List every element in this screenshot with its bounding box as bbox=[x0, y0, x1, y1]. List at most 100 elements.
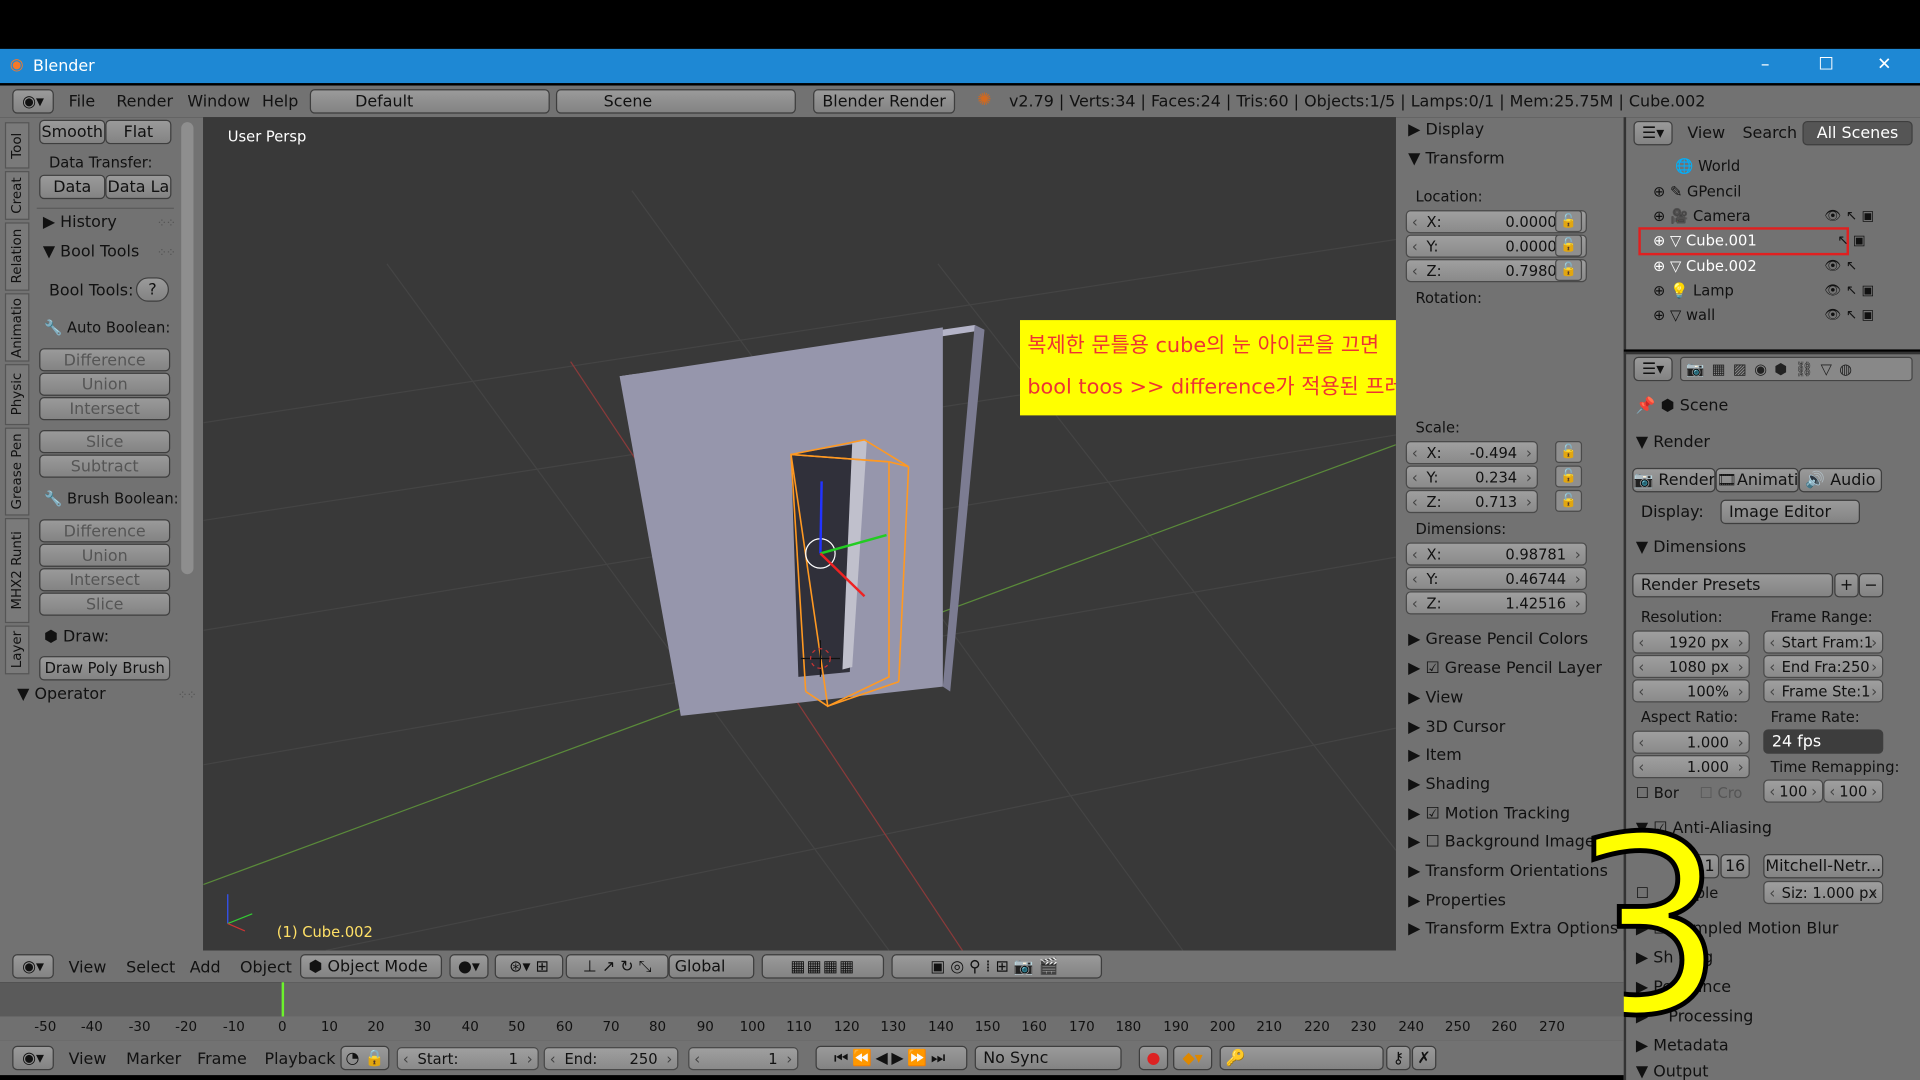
bool-tools-panel-header[interactable]: ▼ Bool Tools bbox=[43, 243, 139, 261]
menu-file[interactable]: File bbox=[69, 93, 96, 111]
outliner-item-world[interactable]: 🌐 World bbox=[1675, 158, 1740, 175]
3d-viewport[interactable]: User Persp (1) Cube.002 bbox=[203, 117, 1396, 951]
data-layers-button[interactable]: Data La bbox=[105, 174, 172, 200]
current-frame-field[interactable]: 1 bbox=[688, 1047, 799, 1071]
orientation-select[interactable]: Global bbox=[668, 954, 755, 979]
frame-end-field[interactable]: End Fra:250 bbox=[1763, 654, 1884, 679]
eye-icon[interactable]: 👁 ↖ ▣ bbox=[1824, 307, 1874, 323]
lock-icon[interactable]: 🔓 bbox=[1555, 234, 1583, 257]
panel-view[interactable]: ▶ View bbox=[1408, 689, 1463, 707]
outliner-editor-type[interactable]: ☰▾ bbox=[1633, 120, 1673, 146]
dimension-x-field[interactable]: X: 0.98781 bbox=[1405, 542, 1587, 566]
add-preset-button[interactable]: + bbox=[1834, 572, 1859, 598]
remove-preset-button[interactable]: − bbox=[1858, 572, 1884, 598]
frame-start-field[interactable]: Start Fram:1 bbox=[1763, 630, 1884, 654]
tab-grease-pencil[interactable]: Grease Pen bbox=[4, 427, 30, 516]
filter-size-field[interactable]: Siz: 1.000 px bbox=[1763, 880, 1884, 905]
outliner-item-camera[interactable]: ⊕ 🎥 Camera bbox=[1653, 208, 1751, 225]
eye-off-icon[interactable]: ↖ ▣ bbox=[1824, 232, 1865, 248]
brush-intersect-button[interactable]: Intersect bbox=[39, 568, 171, 592]
outliner-search-menu[interactable]: Search bbox=[1742, 125, 1797, 143]
audio-button[interactable]: 🔊 Audio bbox=[1798, 467, 1883, 493]
scale-x-field[interactable]: X: -0.494 bbox=[1405, 441, 1538, 465]
auto-union-button[interactable]: Union bbox=[39, 372, 171, 396]
eye-icon[interactable]: 👁 ↖ bbox=[1824, 258, 1857, 274]
menu-window[interactable]: Window bbox=[187, 93, 250, 111]
outliner-item-lamp[interactable]: ⊕ 💡 Lamp bbox=[1653, 282, 1734, 299]
scale-z-field[interactable]: Z: 0.713 bbox=[1405, 489, 1538, 514]
render-engine-select[interactable]: Blender Render bbox=[813, 89, 956, 114]
outliner-item-cube-002[interactable]: ⊕ ▽ Cube.002 bbox=[1653, 258, 1757, 275]
render-panel-header[interactable]: ▼ Render bbox=[1636, 434, 1710, 452]
menu-help[interactable]: Help bbox=[262, 93, 298, 111]
maximize-button[interactable]: ☐ bbox=[1818, 55, 1833, 75]
panel-properties[interactable]: ▶ Properties bbox=[1408, 892, 1506, 910]
tab-animation[interactable]: Animatio bbox=[4, 293, 30, 362]
tab-mhx2[interactable]: MHX2 Runti bbox=[4, 518, 30, 624]
eye-icon[interactable]: 👁 ↖ ▣ bbox=[1824, 282, 1874, 298]
aspect-y-field[interactable]: 1.000 bbox=[1632, 755, 1750, 779]
layout-selector[interactable]: Default bbox=[309, 89, 550, 114]
brush-difference-button[interactable]: Difference bbox=[39, 519, 171, 543]
menu-render[interactable]: Render bbox=[116, 93, 173, 111]
lock-icon[interactable]: 🔓 bbox=[1555, 259, 1583, 281]
close-window-button[interactable]: ✕ bbox=[1877, 55, 1891, 75]
timeline-editor-type[interactable]: ◉▾ bbox=[12, 1045, 54, 1071]
playback-controls[interactable]: ⏮⏪◀▶⏩⏭ bbox=[815, 1045, 968, 1071]
panel-grease-pencil-layer[interactable]: ▶ ☑ Grease Pencil Layer bbox=[1408, 660, 1602, 678]
outliner-view-menu[interactable]: View bbox=[1687, 125, 1725, 143]
outliner-item-gpencil[interactable]: ⊕ ✎ GPencil bbox=[1653, 183, 1741, 200]
panel-3d-cursor[interactable]: ▶ 3D Cursor bbox=[1408, 718, 1505, 736]
dimensions-panel-header[interactable]: ▼ Dimensions bbox=[1636, 539, 1746, 557]
outliner-item-wall[interactable]: ⊕ ▽ wall bbox=[1653, 307, 1715, 324]
brush-union-button[interactable]: Union bbox=[39, 543, 171, 567]
aspect-x-field[interactable]: 1.000 bbox=[1632, 730, 1750, 754]
timeline-menu-playback[interactable]: Playback bbox=[264, 1051, 335, 1069]
delete-keyframe-button[interactable]: ✗ bbox=[1411, 1045, 1437, 1071]
timeline-menu-frame[interactable]: Frame bbox=[197, 1051, 247, 1069]
flat-button[interactable]: Flat bbox=[105, 119, 172, 145]
render-button[interactable]: 📷 Render bbox=[1632, 467, 1716, 493]
panel-shading[interactable]: ▶ Shading bbox=[1408, 776, 1490, 794]
properties-context-tabs[interactable]: 📷▦▨◉⬢⛓▽◍ bbox=[1680, 356, 1913, 382]
tool-shelf-scrollbar[interactable] bbox=[181, 122, 194, 575]
tab-physics[interactable]: Physic bbox=[4, 364, 30, 426]
eye-icon[interactable]: 👁 ↖ ▣ bbox=[1824, 208, 1874, 224]
menu-select[interactable]: Select bbox=[126, 959, 175, 977]
display-mode-select[interactable]: Image Editor bbox=[1720, 499, 1861, 525]
tab-tool[interactable]: Tool bbox=[4, 122, 30, 169]
current-frame-marker[interactable] bbox=[281, 982, 285, 1019]
draw-poly-brush-button[interactable]: Draw Poly Brush bbox=[39, 656, 171, 681]
lock-icon[interactable]: 🔓 bbox=[1555, 210, 1583, 233]
auto-intersect-button[interactable]: Intersect bbox=[39, 397, 171, 421]
viewport-editor-type[interactable]: ◉▾ bbox=[12, 954, 54, 979]
tab-layer[interactable]: Layer bbox=[4, 625, 30, 675]
history-panel-header[interactable]: ▶ History bbox=[43, 214, 117, 232]
resolution-percentage-field[interactable]: 100% bbox=[1632, 679, 1750, 703]
preview-range-toggle[interactable]: ◔ 🔒 bbox=[340, 1045, 390, 1071]
panel-item[interactable]: ▶ Item bbox=[1408, 746, 1462, 764]
lock-icon[interactable]: 🔓 bbox=[1555, 465, 1583, 488]
operator-panel-header[interactable]: ▼ Operator bbox=[17, 685, 106, 703]
record-button[interactable]: ● bbox=[1138, 1045, 1169, 1071]
insert-keyframe-button[interactable]: ⚷ bbox=[1386, 1045, 1411, 1071]
dimension-z-field[interactable]: Z: 1.42516 bbox=[1405, 591, 1587, 615]
tab-relation[interactable]: Relation bbox=[4, 222, 30, 291]
mode-select[interactable]: ⬢ Object Mode bbox=[300, 954, 443, 979]
timeline-menu-marker[interactable]: Marker bbox=[126, 1051, 181, 1069]
auto-difference-button[interactable]: Difference bbox=[39, 348, 171, 372]
outliner-display-mode[interactable]: All Scenes bbox=[1802, 120, 1913, 146]
menu-view[interactable]: View bbox=[69, 959, 107, 977]
auto-slice-button[interactable]: Slice bbox=[39, 430, 171, 454]
viewport-tool-buttons[interactable]: ▣◎⚲⁞⊞📷🎬 bbox=[891, 954, 1103, 979]
lock-icon[interactable]: 🔓 bbox=[1555, 489, 1583, 512]
animation-button[interactable]: 🎞Animatio bbox=[1715, 467, 1799, 493]
render-presets-select[interactable]: Render Presets bbox=[1632, 572, 1834, 598]
outliner-item-cube-001[interactable]: ⊕ ▽ Cube.001 bbox=[1653, 232, 1757, 249]
frame-rate-select[interactable]: 24 fps bbox=[1763, 729, 1884, 754]
menu-add[interactable]: Add bbox=[190, 959, 221, 977]
panel-grease-pencil-colors[interactable]: ▶ Grease Pencil Colors bbox=[1408, 630, 1588, 648]
sync-mode-select[interactable]: No Sync bbox=[974, 1045, 1122, 1071]
help-button[interactable]: ? bbox=[135, 277, 169, 302]
resolution-y-field[interactable]: 1080 px bbox=[1632, 654, 1750, 679]
